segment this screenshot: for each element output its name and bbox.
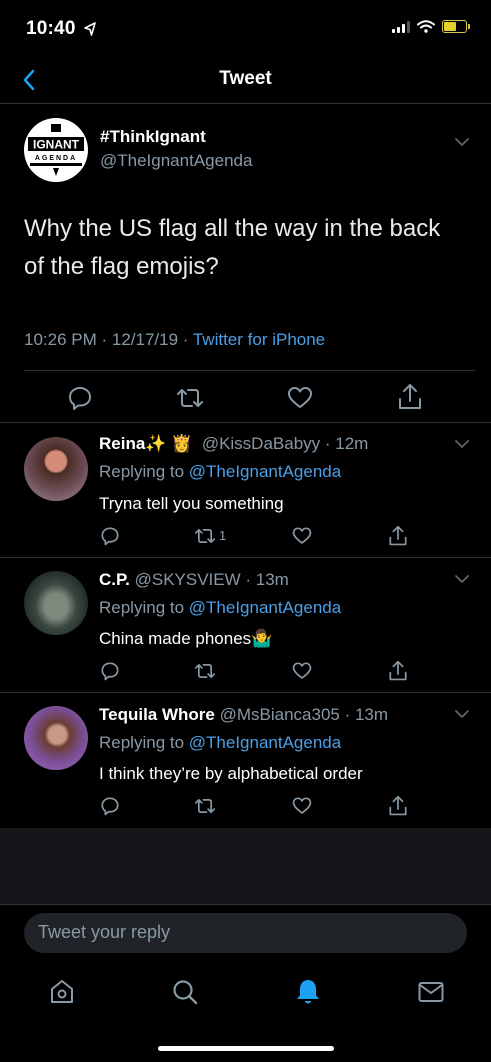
chevron-down-icon[interactable] xyxy=(454,574,470,584)
ignant-agenda-logo: IGNANT AGENDA xyxy=(28,124,84,176)
divider xyxy=(0,904,491,905)
notifications-bell-icon[interactable] xyxy=(294,977,322,1007)
replying-to-link[interactable]: @TheIgnantAgenda xyxy=(189,733,341,752)
home-indicator xyxy=(158,1046,334,1051)
divider xyxy=(24,370,475,371)
like-heart-icon[interactable] xyxy=(287,385,313,411)
reply-author-handle[interactable]: @KissDaBabyy · 12m xyxy=(202,434,369,453)
retweet-icon[interactable] xyxy=(193,796,217,816)
reply-author-name[interactable]: C.P. xyxy=(99,570,130,589)
retweet-icon[interactable] xyxy=(193,661,217,681)
reply-header: Reina✨ 👸 @KissDaBabyy · 12m xyxy=(99,434,368,454)
retweet-icon[interactable] xyxy=(175,385,205,411)
main-tweet-author-name[interactable]: #ThinkIgnant xyxy=(100,127,206,147)
reply-text: China made phones🤷‍♂️ xyxy=(99,629,273,648)
svg-text:AGENDA: AGENDA xyxy=(35,155,77,162)
replying-to-link[interactable]: @TheIgnantAgenda xyxy=(189,598,341,617)
reply-header: C.P. @SKYSVIEW · 13m xyxy=(99,570,289,590)
reply-text: Tryna tell you something xyxy=(99,494,284,513)
share-icon[interactable] xyxy=(388,525,408,547)
like-heart-icon[interactable] xyxy=(292,661,312,681)
chevron-down-icon[interactable] xyxy=(454,709,470,719)
battery-icon xyxy=(442,20,470,33)
navigation-bar: Tweet xyxy=(0,56,491,104)
main-tweet-author-handle[interactable]: @TheIgnantAgenda xyxy=(100,151,252,171)
main-tweet-meta: 10:26 PM · 12/17/19 · Twitter for iPhone xyxy=(24,330,325,350)
cellular-signal-icon xyxy=(392,20,410,33)
main-tweet-timestamp: 10:26 PM · 12/17/19 · xyxy=(24,330,193,349)
divider xyxy=(0,557,491,558)
reply-icon[interactable] xyxy=(100,796,120,816)
retweet-count: 1 xyxy=(219,528,227,543)
divider xyxy=(0,692,491,693)
like-heart-icon[interactable] xyxy=(292,796,312,816)
reply-author-name[interactable]: Reina xyxy=(99,434,145,453)
reply-header: Tequila Whore @MsBianca305 · 13m xyxy=(99,705,388,725)
share-icon[interactable] xyxy=(388,795,408,817)
replying-to-link[interactable]: @TheIgnantAgenda xyxy=(189,462,341,481)
search-icon[interactable] xyxy=(171,978,199,1006)
reply-author-name[interactable]: Tequila Whore xyxy=(99,705,215,724)
like-heart-icon[interactable] xyxy=(292,526,312,546)
reply-author-handle[interactable]: @MsBianca305 · 13m xyxy=(220,705,388,724)
home-icon[interactable] xyxy=(48,978,76,1006)
reply-text: I think they’re by alphabetical order xyxy=(99,764,363,783)
share-icon[interactable] xyxy=(397,383,423,411)
location-arrow-icon xyxy=(84,22,96,36)
share-icon[interactable] xyxy=(388,660,408,682)
replying-to: Replying to @TheIgnantAgenda xyxy=(99,733,342,752)
messages-envelope-icon[interactable] xyxy=(417,980,445,1004)
wifi-icon xyxy=(417,20,435,33)
chevron-down-icon[interactable] xyxy=(454,137,470,147)
replying-to: Replying to @TheIgnantAgenda xyxy=(99,598,342,617)
reply-avatar[interactable] xyxy=(24,437,88,501)
status-time: 10:40 xyxy=(26,18,76,39)
replying-to: Replying to @TheIgnantAgenda xyxy=(99,462,342,481)
reply-author-emoji: ✨ 👸 xyxy=(145,434,193,453)
svg-text:IGNANT: IGNANT xyxy=(33,138,80,152)
reply-icon[interactable] xyxy=(100,661,120,681)
reply-author-handle[interactable]: @SKYSVIEW · 13m xyxy=(135,570,289,589)
chevron-down-icon[interactable] xyxy=(454,439,470,449)
reply-icon[interactable] xyxy=(67,385,93,411)
main-tweet-avatar[interactable]: IGNANT AGENDA xyxy=(24,118,88,182)
reply-avatar[interactable] xyxy=(24,571,88,635)
divider xyxy=(0,422,491,423)
page-title: Tweet xyxy=(219,68,272,89)
main-tweet-text: Why the US flag all the way in the back … xyxy=(24,215,441,280)
reply-composer-placeholder: Tweet your reply xyxy=(38,922,171,942)
retweet-icon[interactable] xyxy=(193,526,217,546)
thread-end-spacer xyxy=(0,828,491,904)
reply-icon[interactable] xyxy=(100,526,120,546)
status-indicators xyxy=(392,20,470,33)
main-tweet-source-link[interactable]: Twitter for iPhone xyxy=(193,330,325,349)
reply-avatar[interactable] xyxy=(24,706,88,770)
